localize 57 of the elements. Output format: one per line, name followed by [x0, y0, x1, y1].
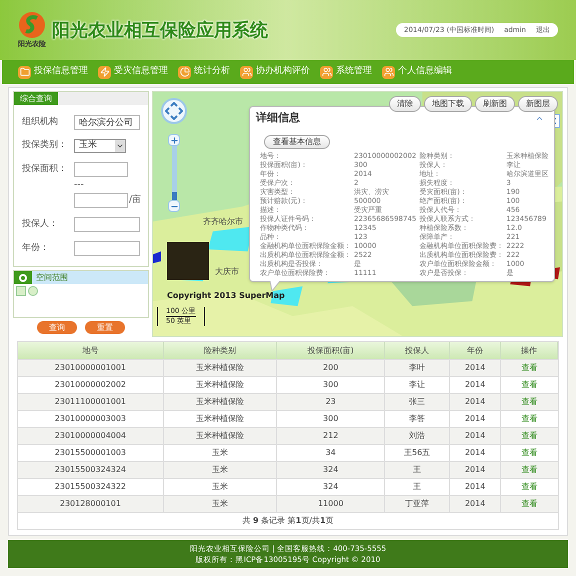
- zoom-handle[interactable]: [172, 192, 176, 200]
- nav-item[interactable]: 个人信息编辑: [382, 65, 452, 79]
- view-basic-info-button[interactable]: 查看基本信息: [264, 134, 330, 148]
- nav-item[interactable]: 受灾信息管理: [98, 65, 168, 79]
- nav-item[interactable]: 投保信息管理: [18, 65, 88, 79]
- input-field[interactable]: 哈尔滨分公司: [74, 115, 140, 130]
- input-field[interactable]: [74, 193, 128, 208]
- query-tab[interactable]: 综合查询: [14, 92, 58, 105]
- pan-arrows-icon: [165, 102, 183, 120]
- view-link[interactable]: 查看: [501, 360, 558, 376]
- map-tool-button[interactable]: 地图下载: [424, 96, 472, 112]
- view-link[interactable]: 查看: [501, 411, 558, 427]
- people-icon: [382, 66, 395, 78]
- action-button[interactable]: 查询: [37, 321, 77, 334]
- flash-icon: [98, 66, 111, 78]
- map-tool-button[interactable]: 清除: [389, 96, 421, 112]
- rectangle-tool-icon[interactable]: [16, 286, 26, 296]
- nav-item[interactable]: 系统管理: [320, 65, 372, 79]
- input-field[interactable]: [74, 162, 128, 177]
- space-panel-title: 空间范围: [35, 272, 68, 284]
- select-field[interactable]: 玉米: [74, 139, 126, 153]
- view-link[interactable]: 查看: [501, 394, 558, 410]
- view-link[interactable]: 查看: [501, 462, 558, 478]
- input-field[interactable]: [74, 241, 140, 256]
- view-link[interactable]: 查看: [501, 377, 558, 393]
- field-label: 年份：: [22, 242, 50, 255]
- view-link[interactable]: 查看: [501, 496, 558, 512]
- range-separator: ---: [74, 180, 85, 190]
- nav-item[interactable]: 统计分析: [178, 65, 230, 79]
- field-label: 投保类别：: [22, 139, 68, 152]
- field-label: 组织机构: [22, 116, 59, 129]
- chart-icon: [178, 66, 191, 78]
- popup-title: 详细信息: [256, 110, 300, 126]
- zoom-in-icon[interactable]: [168, 134, 180, 146]
- view-link[interactable]: 查看: [501, 428, 558, 444]
- view-link[interactable]: 查看: [501, 445, 558, 461]
- app-title: 阳光农业相互保险应用系统: [52, 18, 268, 42]
- map-tool-button[interactable]: 新图层: [518, 96, 558, 112]
- field-label: 投保人：: [22, 218, 59, 231]
- map-tool-button[interactable]: 刷新图: [475, 96, 515, 112]
- field-label: 投保面积：: [22, 162, 68, 176]
- folder-icon: [18, 66, 31, 78]
- pagination-text: 共 9 条记录 第1页/共1页: [242, 516, 334, 525]
- nav-item[interactable]: 协办机构评价: [240, 65, 310, 79]
- input-field[interactable]: [74, 217, 140, 232]
- action-button[interactable]: 重置: [85, 321, 125, 334]
- city-label: 齐齐哈尔市: [203, 216, 243, 228]
- city-label: 大庆市: [215, 266, 239, 278]
- circle-tool-icon[interactable]: [28, 286, 38, 296]
- zoom-slider[interactable]: [168, 134, 180, 212]
- view-link[interactable]: 查看: [501, 479, 558, 495]
- overview-thumbnail: [167, 242, 209, 280]
- logo-icon: [18, 10, 46, 39]
- people-icon: [320, 66, 333, 78]
- people-icon: [240, 66, 253, 78]
- zoom-out-icon[interactable]: [168, 200, 180, 212]
- unit-label: /亩: [129, 194, 142, 207]
